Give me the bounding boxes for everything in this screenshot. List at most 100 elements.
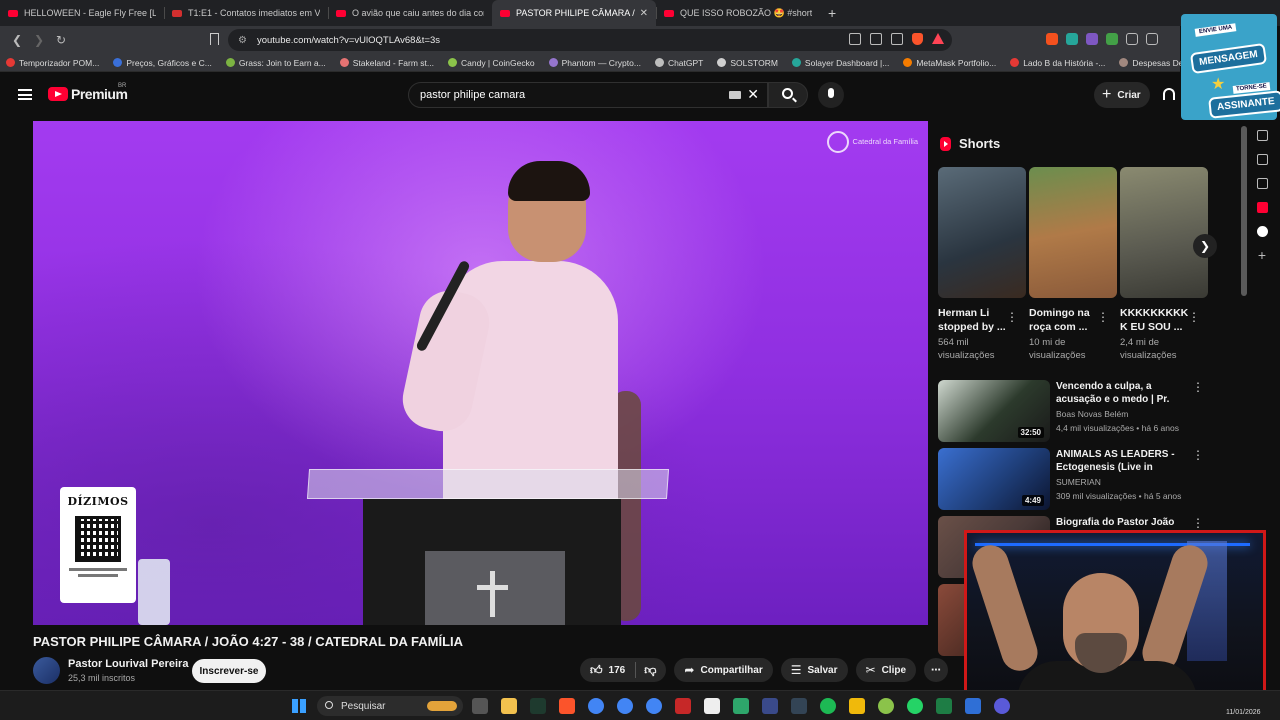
bookmark-item[interactable]: Grass: Join to Earn a... [225,58,326,68]
profile-panel-icon[interactable] [1256,226,1268,237]
create-button[interactable]: + Criar [1094,82,1150,108]
brave-browser-icon[interactable] [559,698,575,714]
browser-tab[interactable]: T1:E1 - Contatos imediatos em Vargi [164,0,328,26]
share-button[interactable]: ➦ Compartilhar [674,658,773,682]
url-field[interactable]: ⚙ youtube.com/watch?v=vUlOQTLAv68&t=3s [228,29,952,51]
more-actions-button[interactable]: ⋯ [924,658,949,682]
search-input[interactable]: pastor philipe camara ✕ [408,82,768,108]
app-icon[interactable] [762,698,778,714]
short-thumbnail[interactable] [1120,167,1208,298]
notifications-bell-icon[interactable] [1163,88,1175,100]
chrome-icon[interactable] [617,698,633,714]
task-view-icon[interactable] [472,698,488,714]
recommended-video[interactable]: 32:50 Vencendo a culpa, a acusação e o m… [938,380,1208,442]
kebab-menu-icon[interactable]: ⋮ [1192,448,1204,462]
app-icon[interactable] [733,698,749,714]
chrome-icon[interactable] [646,698,662,714]
extension-icon[interactable] [1046,33,1058,45]
extension-icon[interactable] [1066,33,1078,45]
video-title-link[interactable]: ANIMALS AS LEADERS - Ectogenesis (Live i… [1056,448,1192,474]
bookmark-item[interactable]: Stakeland - Farm st... [339,58,434,68]
bookmark-item[interactable]: MetaMask Portfolio... [903,58,996,68]
extension-icon[interactable] [1106,33,1118,45]
bookmarks-panel-icon[interactable] [1256,154,1268,165]
brave-rewards-icon[interactable] [932,33,944,44]
kebab-menu-icon[interactable]: ⋮ [1192,516,1204,530]
save-button[interactable]: ☰ Salvar [780,658,848,682]
audio-app-icon[interactable] [791,698,807,714]
chrome-icon[interactable] [588,698,604,714]
file-explorer-icon[interactable] [501,698,517,714]
clip-button[interactable]: ✂ Clipe [855,658,917,682]
bookmark-item[interactable]: Candy | CoinGecko [448,58,535,68]
kebab-menu-icon[interactable]: ⋮ [1192,380,1204,394]
app-icon[interactable] [878,698,894,714]
subscribe-button[interactable]: Inscrever-se [192,659,266,683]
page-scrollbar[interactable] [1241,126,1247,296]
like-count[interactable]: 176 [609,665,626,676]
channel-avatar[interactable] [33,657,60,684]
short-card[interactable]: Domingo na roça com ... 10 mi de visuali… [1029,167,1117,362]
browser-tab[interactable]: O avião que caiu antes do dia come [328,0,492,26]
app-icon[interactable] [675,698,691,714]
short-card[interactable]: Herman Li stopped by ... 564 mil visuali… [938,167,1026,362]
short-title[interactable]: Domingo na roça com ... [1029,306,1101,334]
brave-shields-icon[interactable] [912,33,923,45]
bookmark-item[interactable]: Preços, Gráficos e C... [113,58,212,68]
puzzle-icon[interactable] [1126,33,1138,45]
short-card[interactable]: KKKKKKKKK K EU SOU ... 2,4 mi de visuali… [1120,167,1208,362]
keyboard-icon[interactable] [729,91,741,99]
youtube-panel-icon[interactable] [1256,202,1268,213]
kebab-menu-icon[interactable]: ⋮ [1097,310,1109,324]
extension-icon[interactable] [1086,33,1098,45]
binance-icon[interactable] [849,698,865,714]
windows-start-icon[interactable] [292,699,306,713]
back-arrow-icon[interactable]: ❮ [6,33,28,47]
excel-icon[interactable] [936,698,952,714]
menu-icon[interactable] [18,89,32,100]
browser-tab-active[interactable]: PASTOR PHILIPE CÂMARA / JOÃ✕ [492,0,656,26]
new-tab-button[interactable]: + [820,5,844,21]
app-icon[interactable] [965,698,981,714]
recommended-video[interactable]: 4:49 ANIMALS AS LEADERS - Ectogenesis (L… [938,448,1208,510]
close-tab-icon[interactable]: ✕ [640,8,648,19]
video-title-link[interactable]: Vencendo a culpa, a acusação e o medo | … [1056,380,1192,406]
app-icon[interactable] [994,698,1010,714]
search-button[interactable] [768,82,808,108]
bookmark-item[interactable]: Temporizador POM... [6,58,99,68]
reload-icon[interactable]: ↻ [50,33,72,47]
browser-tab[interactable]: QUE ISSO ROBOZÃO 🤩 #shorts - Yo [656,0,820,26]
tabs-panel-icon[interactable] [1256,130,1268,141]
translate-icon[interactable] [891,33,903,45]
bookmark-item[interactable]: Phantom — Crypto... [548,58,641,68]
channel-name[interactable]: Pastor Lourival Pereira [68,658,188,670]
voice-search-button[interactable] [818,82,844,108]
wallet-icon[interactable] [1146,33,1158,45]
cast-icon[interactable] [849,33,861,45]
channel-name[interactable]: SUMERIAN [1056,477,1101,487]
thumbs-up-icon[interactable]: 👍︎ [590,663,603,678]
reading-list-icon[interactable] [1256,178,1268,189]
short-title[interactable]: Herman Li stopped by ... [938,306,1010,334]
short-title[interactable]: KKKKKKKKK K EU SOU ... [1120,306,1192,334]
add-panel-icon[interactable]: + [1257,248,1268,262]
shorts-next-button[interactable]: ❯ [1193,234,1217,258]
notes-icon[interactable] [704,698,720,714]
clear-search-icon[interactable]: ✕ [747,86,759,103]
whatsapp-icon[interactable] [907,698,923,714]
short-thumbnail[interactable] [938,167,1026,298]
bookmark-item[interactable]: Lado B da História -... [1010,58,1105,68]
share-page-icon[interactable] [870,33,882,45]
spotify-icon[interactable] [820,698,836,714]
forward-arrow-icon[interactable]: ❯ [28,33,50,47]
taskbar-search[interactable]: Pesquisar [317,696,463,716]
video-player[interactable]: Catedral da Família DÍZIMOS [33,121,928,625]
thumbs-down-icon[interactable]: 👎︎ [644,663,656,678]
short-thumbnail[interactable] [1029,167,1117,298]
bookmark-item[interactable]: Solayer Dashboard |... [791,58,889,68]
channel-name[interactable]: Boas Novas Belém [1056,409,1128,419]
video-title-link[interactable]: Biografia do Pastor João [1056,516,1192,529]
app-icon[interactable] [530,698,546,714]
site-info-icon[interactable]: ⚙ [238,35,247,46]
kebab-menu-icon[interactable]: ⋮ [1006,310,1018,324]
